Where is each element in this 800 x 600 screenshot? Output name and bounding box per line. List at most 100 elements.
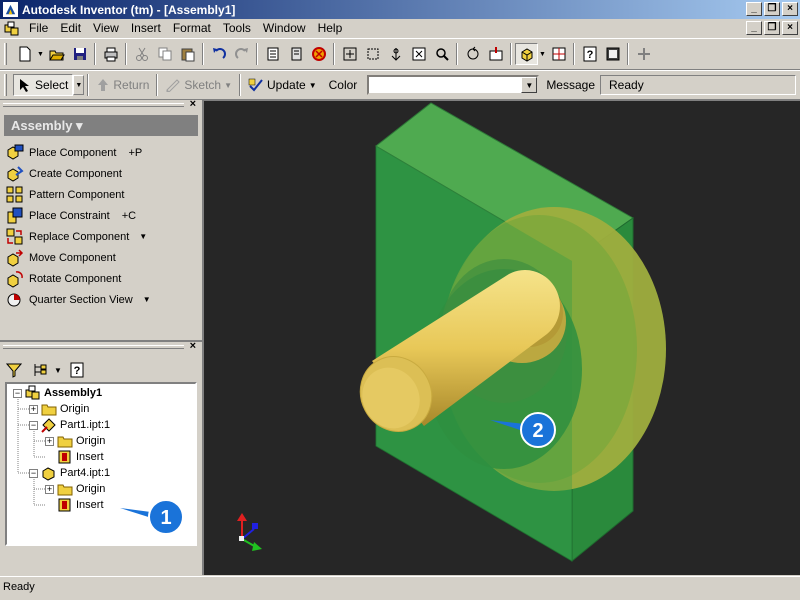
expand-icon[interactable]: + <box>45 484 54 494</box>
menu-window[interactable]: Window <box>257 20 312 37</box>
tree-node-part4-ipt-1[interactable]: − Part4.ipt:1 <box>29 465 110 481</box>
tree-node-insert[interactable]: Insert <box>45 497 104 513</box>
tree-node-assembly1[interactable]: − Assembly1 <box>13 385 102 401</box>
panel-item-label: Place Constraint <box>29 209 110 222</box>
panel-bar: × Assembly ▾ Place Component +P Create Com… <box>0 98 202 340</box>
text-icon[interactable] <box>284 43 307 65</box>
menu-insert[interactable]: Insert <box>125 20 167 37</box>
new-icon[interactable] <box>13 43 36 65</box>
browser-view-dropdown-icon[interactable]: ▼ <box>54 366 62 375</box>
display-mode-dropdown-icon[interactable]: ▼ <box>538 43 547 65</box>
tree-node-part1-ipt-1[interactable]: − Part1.ipt:1 <box>29 417 110 433</box>
collapse-icon[interactable]: − <box>13 388 22 398</box>
pan-icon[interactable] <box>407 43 430 65</box>
status-bar: Ready <box>0 576 800 600</box>
panel-item-pattern-component[interactable]: Pattern Component <box>4 184 202 205</box>
cut-icon[interactable] <box>130 43 153 65</box>
color-select[interactable]: ▼ <box>367 75 540 95</box>
return-button[interactable]: Return <box>92 74 153 96</box>
menu-format[interactable]: Format <box>167 20 217 37</box>
paste-icon[interactable] <box>176 43 199 65</box>
doc-minimize-button[interactable]: _ <box>746 21 762 35</box>
collapse-icon[interactable]: − <box>29 420 38 430</box>
expand-icon[interactable]: + <box>29 404 38 414</box>
add-toolbar-icon[interactable] <box>632 43 655 65</box>
select-button[interactable]: Select <box>13 74 74 96</box>
minimize-button[interactable]: _ <box>746 2 762 16</box>
tree-node-origin[interactable]: + Origin <box>45 433 105 449</box>
menu-view[interactable]: View <box>87 20 125 37</box>
tree-node-origin[interactable]: + Origin <box>29 401 89 417</box>
update-label: Update <box>267 78 306 92</box>
print-icon[interactable] <box>99 43 122 65</box>
panel-item-place-component[interactable]: Place Component +P <box>4 142 202 163</box>
update-button[interactable]: Update ▼ <box>244 74 321 96</box>
save-icon[interactable] <box>68 43 91 65</box>
color-value <box>369 77 521 93</box>
browser-view-icon[interactable] <box>32 362 50 378</box>
panel-item-place-constraint[interactable]: Place Constraint +C <box>4 205 202 226</box>
doc-close-button[interactable]: × <box>782 21 798 35</box>
zoom-window-icon[interactable] <box>361 43 384 65</box>
message-field: Ready <box>600 75 797 95</box>
panel-close-icon[interactable]: × <box>190 98 196 110</box>
panel-item-move-component[interactable]: Move Component <box>4 247 202 268</box>
restore-button[interactable]: ❐ <box>764 2 780 16</box>
panel-item-replace-component[interactable]: Replace Component ▼ <box>4 226 202 247</box>
zoom-all-icon[interactable] <box>338 43 361 65</box>
expand-icon[interactable]: + <box>45 436 54 446</box>
rotate-icon[interactable] <box>461 43 484 65</box>
sketch-label: Sketch <box>184 78 222 92</box>
zoom-selected-icon[interactable] <box>430 43 453 65</box>
browser-close-icon[interactable]: × <box>190 340 196 352</box>
panel-item-quarter-section-view[interactable]: Quarter Section View ▼ <box>4 289 202 310</box>
menu-help[interactable]: Help <box>312 20 349 37</box>
tree-node-insert[interactable]: Insert <box>45 449 104 465</box>
return-label: Return <box>113 78 150 92</box>
panel-item-dropdown-icon[interactable]: ▼ <box>139 232 147 241</box>
select-dropdown-icon[interactable]: ▼ <box>73 75 85 95</box>
panel-item-label: Rotate Component <box>29 272 122 285</box>
design-assistant-icon[interactable] <box>601 43 624 65</box>
update-dropdown-icon[interactable]: ▼ <box>309 81 317 90</box>
axis-triad-icon <box>237 513 262 551</box>
tree-node-origin[interactable]: + Origin <box>45 481 105 497</box>
tree-node-label: Assembly1 <box>44 387 103 399</box>
panel-item-dropdown-icon[interactable]: ▼ <box>143 295 151 304</box>
close-button[interactable]: × <box>782 2 798 16</box>
assembly-doc-icon[interactable] <box>3 21 21 37</box>
filter-icon[interactable] <box>6 362 22 378</box>
assembly-3d-model[interactable] <box>204 101 800 576</box>
svg-text:?: ? <box>586 49 593 61</box>
window-title: Autodesk Inventor (tm) - [Assembly1] <box>22 2 236 17</box>
menu-tools[interactable]: Tools <box>217 20 257 37</box>
open-icon[interactable] <box>45 43 68 65</box>
panel-item-create-component[interactable]: Create Component <box>4 163 202 184</box>
collapse-icon[interactable]: − <box>29 468 38 478</box>
new-dropdown-arrow-icon[interactable]: ▼ <box>36 43 45 65</box>
update-all-icon[interactable] <box>307 43 330 65</box>
sketch-button[interactable]: Sketch ▼ <box>161 74 236 96</box>
assembly-panel-header[interactable]: Assembly ▾ <box>4 115 198 136</box>
menu-file[interactable]: File <box>23 20 54 37</box>
menu-edit[interactable]: Edit <box>54 20 87 37</box>
redo-icon[interactable] <box>230 43 253 65</box>
doc-restore-button[interactable]: ❐ <box>764 21 780 35</box>
help-icon[interactable]: ? <box>578 43 601 65</box>
zoom-icon[interactable] <box>384 43 407 65</box>
shadow-icon[interactable] <box>547 43 570 65</box>
copy-icon[interactable] <box>153 43 176 65</box>
toolbar-grip[interactable] <box>4 74 7 96</box>
insert-constraint-icon <box>57 449 73 465</box>
look-at-icon[interactable] <box>484 43 507 65</box>
graphics-viewport[interactable] <box>202 100 800 575</box>
sketch-dropdown-icon[interactable]: ▼ <box>224 81 232 90</box>
color-dropdown-icon[interactable]: ▼ <box>521 77 538 93</box>
parameters-icon[interactable] <box>261 43 284 65</box>
inventor-app-icon[interactable] <box>3 2 18 17</box>
panel-item-rotate-component[interactable]: Rotate Component <box>4 268 202 289</box>
undo-icon[interactable] <box>207 43 230 65</box>
shaded-display-icon[interactable] <box>515 43 538 65</box>
browser-help-icon[interactable]: ? <box>70 362 84 378</box>
toolbar-grip[interactable] <box>4 43 7 65</box>
